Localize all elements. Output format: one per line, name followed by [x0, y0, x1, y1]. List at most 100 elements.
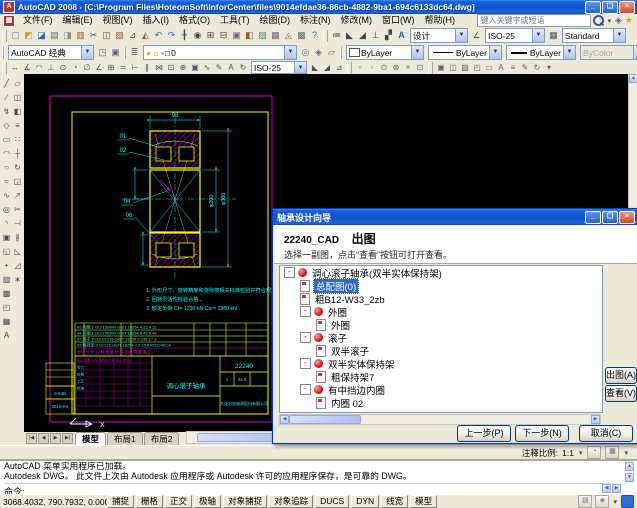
- tree-horizontal-scrollbar[interactable]: ◀ ▶: [279, 414, 601, 425]
- collapse-icon[interactable]: -: [300, 332, 311, 343]
- annotation-autoscale-icon[interactable]: ▦: [605, 446, 619, 459]
- erase-icon[interactable]: ▱: [12, 77, 23, 90]
- chevron-down-icon[interactable]: ▼: [563, 46, 575, 59]
- view-button[interactable]: 查看(V): [605, 385, 637, 402]
- zoom-previous-icon[interactable]: ⊟: [218, 29, 230, 42]
- status-menu-chevron-icon[interactable]: ▾: [612, 498, 618, 506]
- search-icon[interactable]: [593, 15, 604, 26]
- tree-item[interactable]: 内圈 02: [280, 396, 602, 409]
- toggle-DYN[interactable]: DYN: [351, 495, 379, 508]
- scroll-thumb[interactable]: [289, 415, 361, 424]
- menu-文件[interactable]: 文件(F): [18, 14, 58, 27]
- redo-icon[interactable]: ↷: [166, 29, 178, 42]
- text-style-combo[interactable]: 设计▼: [410, 28, 468, 43]
- trim-icon[interactable]: ✂: [12, 203, 23, 216]
- dim-diameter-icon[interactable]: ∅: [82, 62, 93, 73]
- hatch-icon[interactable]: ▨: [1, 273, 12, 286]
- dim-aligned-icon[interactable]: ∡: [22, 62, 33, 73]
- menu-帮助[interactable]: 帮助(H): [420, 14, 461, 27]
- menu-绘图[interactable]: 绘图(D): [255, 14, 296, 27]
- plot-style-icon[interactable]: ▞: [383, 29, 395, 42]
- toggle-线宽[interactable]: 线宽: [381, 495, 408, 508]
- search-dropdown-icon[interactable]: ▾: [606, 17, 612, 25]
- dim-associate-icon[interactable]: ⊿: [334, 62, 345, 73]
- restore-button[interactable]: ❑: [602, 1, 618, 14]
- dim-angular-icon[interactable]: ∠: [94, 62, 105, 73]
- ellipse-icon[interactable]: ◎: [1, 203, 12, 216]
- dim-style-manager-icon[interactable]: ◣: [344, 29, 356, 42]
- next-tab-icon[interactable]: ▶: [50, 433, 61, 444]
- line-icon[interactable]: ╱: [1, 77, 12, 90]
- tab-模型[interactable]: 模型: [75, 432, 106, 445]
- menu-插入[interactable]: 插入(I): [138, 14, 175, 27]
- table-style-combo[interactable]: Standard▼: [562, 28, 626, 43]
- minimize-button[interactable]: _: [585, 1, 601, 14]
- zoom-window-icon[interactable]: ⊞: [205, 29, 217, 42]
- back-button[interactable]: 上一步(P): [457, 425, 511, 442]
- pan-icon[interactable]: ╂: [179, 29, 191, 42]
- lineweight-combo[interactable]: ByLayer▼: [506, 45, 576, 60]
- tree-item-label[interactable]: 粗保持架7: [329, 370, 376, 384]
- my-workspace-icon[interactable]: ▣: [110, 46, 122, 59]
- chevron-down-icon[interactable]: ▼: [455, 29, 467, 42]
- toolbar-grip[interactable]: [323, 30, 328, 42]
- make-object-layer-current-icon[interactable]: ◎: [300, 46, 312, 59]
- layer-previous-icon[interactable]: ◈: [313, 46, 325, 59]
- tree-item[interactable]: - 有中挡边内圈: [280, 383, 602, 396]
- menu-格式[interactable]: 格式(O): [174, 14, 215, 27]
- chevron-down-icon[interactable]: ▼: [411, 46, 423, 59]
- text-style-icon[interactable]: A: [396, 29, 408, 42]
- insert-block-icon[interactable]: ▣: [436, 62, 447, 73]
- chevron-down-icon[interactable]: ▾: [578, 449, 584, 457]
- collapse-icon[interactable]: -: [300, 358, 311, 369]
- first-tab-icon[interactable]: |◀: [26, 433, 37, 444]
- markup-set-manager-icon[interactable]: ◬: [283, 29, 295, 42]
- layer-lock-icon[interactable]: ▪: [161, 48, 164, 58]
- chevron-down-icon[interactable]: ▼: [532, 29, 544, 42]
- dim-text-edit-icon[interactable]: A: [226, 62, 237, 73]
- region-icon[interactable]: ◰: [1, 301, 12, 314]
- collapse-icon[interactable]: -: [284, 267, 295, 278]
- command-window[interactable]: AutoCAD 菜单实用程序已加载。Autodesk DWG。 此文件上次由 A…: [0, 459, 637, 494]
- dim-continue-icon[interactable]: ⊢: [130, 62, 141, 73]
- coordinates-readout[interactable]: 3068.4032, 790.7932, 0.0000: [3, 497, 105, 507]
- image-attach-icon[interactable]: ▧: [460, 62, 471, 73]
- tree-item-label[interactable]: 外圈: [326, 305, 349, 319]
- open-icon[interactable]: ◩: [23, 29, 35, 42]
- toolbar-grip[interactable]: [2, 47, 4, 59]
- tree-item-label[interactable]: 有中挡边内圈: [326, 383, 387, 397]
- scroll-left-icon[interactable]: ◀: [602, 484, 611, 493]
- dim-style-icon[interactable]: ∠: [471, 29, 483, 42]
- fillet-icon[interactable]: ◿: [12, 259, 23, 272]
- plot-icon[interactable]: ▤: [49, 29, 61, 42]
- point-icon[interactable]: •: [1, 259, 12, 272]
- quick-dim-icon[interactable]: ⊞: [106, 62, 117, 73]
- match-properties-icon[interactable]: ⊿: [127, 29, 139, 42]
- workspace-combo[interactable]: AutoCAD 经典▼: [8, 45, 94, 60]
- osnap-settings-icon[interactable]: ⊡: [415, 62, 426, 73]
- rectangle-icon[interactable]: ▭: [1, 133, 12, 146]
- chevron-down-icon[interactable]: ▼: [294, 62, 306, 73]
- trusted-dwg-icon[interactable]: ◈: [595, 495, 609, 508]
- layer-color-swatch[interactable]: □: [165, 48, 170, 58]
- frame-icon[interactable]: ▭: [484, 62, 495, 73]
- tree-item[interactable]: -滚子: [280, 331, 602, 344]
- tree-item[interactable]: 双半滚子: [280, 344, 602, 357]
- break-icon[interactable]: ∦: [12, 231, 23, 244]
- toggle-模型[interactable]: 模型: [410, 495, 437, 508]
- collapse-icon[interactable]: -: [300, 384, 311, 395]
- tree-item[interactable]: 总配图(0): [280, 279, 602, 292]
- tolerance-icon[interactable]: ⊡: [166, 62, 177, 73]
- dim-override-icon[interactable]: ◢: [322, 62, 333, 73]
- refresh-icon[interactable]: ↻: [532, 62, 543, 73]
- toggle-正交[interactable]: 正交: [165, 495, 192, 508]
- scroll-left-icon[interactable]: ◀: [280, 415, 289, 424]
- dim-ordinate-icon[interactable]: ⊥: [46, 62, 57, 73]
- menu-窗口[interactable]: 窗口(W): [377, 14, 420, 27]
- zoom-realtime-icon[interactable]: ◉: [192, 29, 204, 42]
- layer-freeze-icon[interactable]: ☼: [152, 48, 160, 58]
- clean-screen-icon[interactable]: [621, 495, 634, 508]
- copy-clip-icon[interactable]: ◫: [101, 29, 113, 42]
- offset-icon[interactable]: ≡: [12, 119, 23, 132]
- layer-properties-manager-icon[interactable]: ≣: [129, 46, 141, 59]
